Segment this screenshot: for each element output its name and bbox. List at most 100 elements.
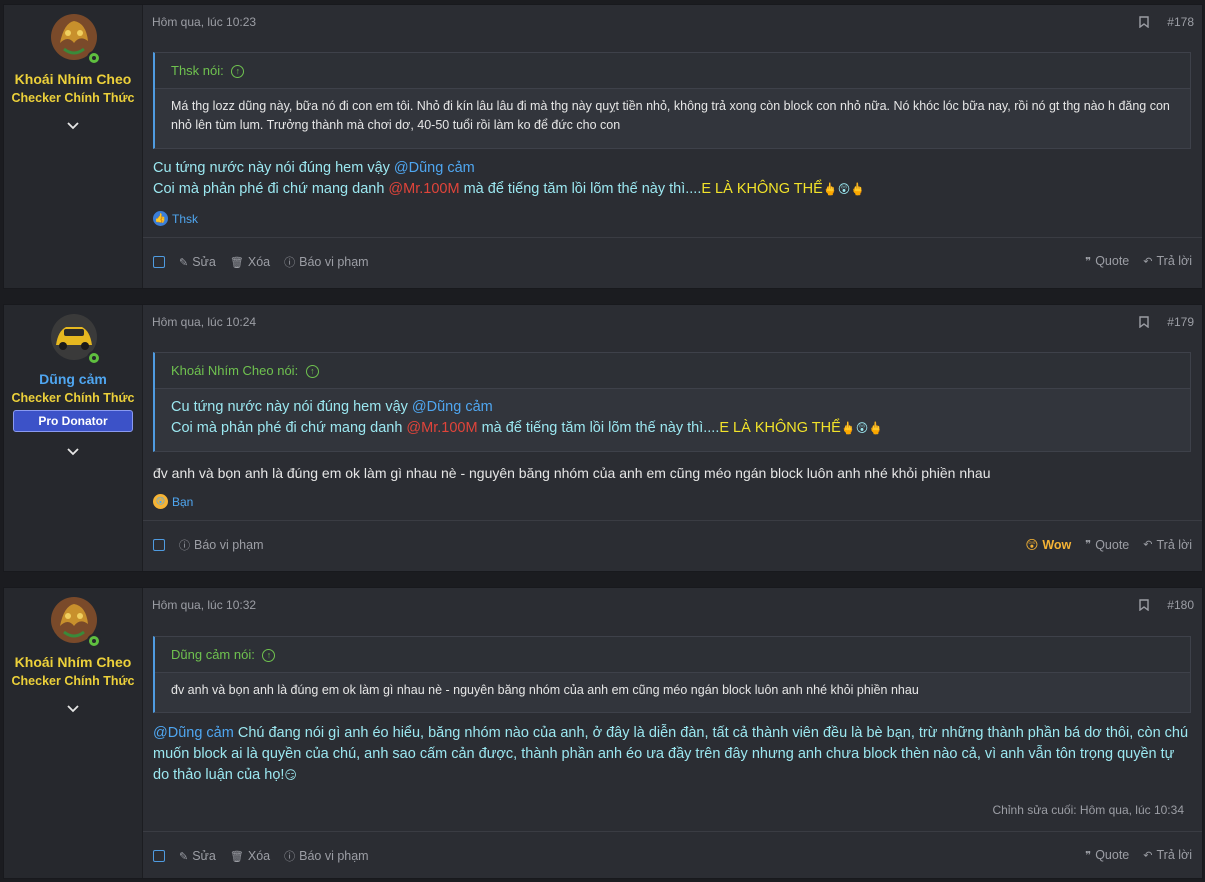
quote-block: Khoái Nhím Cheo nói: ↑ Cu tứng nước này …: [153, 352, 1191, 452]
chevron-down-icon[interactable]: [66, 119, 80, 133]
post-message: Cu tứng nước này nói đúng hem vậy @Dũng …: [153, 158, 1193, 200]
post-date[interactable]: Hôm qua, lúc 10:23: [152, 15, 256, 29]
user-title: Checker Chính Thức: [11, 391, 135, 405]
pencil-icon: ✎: [179, 850, 189, 863]
bookmark-icon[interactable]: [1139, 599, 1149, 611]
username[interactable]: Dũng cảm: [4, 371, 142, 387]
reply-button[interactable]: ↶ Trả lời: [1143, 538, 1192, 552]
mention-link[interactable]: @Dũng cảm: [153, 725, 234, 741]
wow-icon: 😲: [1025, 538, 1039, 552]
post-number[interactable]: #179: [1167, 315, 1194, 329]
bookmark-icon[interactable]: [1139, 16, 1149, 28]
quote-header[interactable]: Khoái Nhím Cheo nói: ↑: [155, 353, 1190, 389]
quote-button[interactable]: ❞ Quote: [1085, 848, 1129, 862]
reply-icon: ↶: [1143, 255, 1153, 268]
mention-link[interactable]: @Dũng cảm: [412, 399, 493, 415]
select-checkbox[interactable]: [153, 256, 165, 268]
quote-author[interactable]: Khoái Nhím Cheo nói:: [171, 363, 298, 378]
post-message: đv anh và bọn anh là đúng em ok làm gì n…: [153, 465, 991, 481]
post-180: Khoái Nhím Cheo Checker Chính Thức Hôm q…: [3, 587, 1203, 879]
reaction-user[interactable]: Bạn: [172, 495, 193, 509]
avatar[interactable]: [50, 313, 101, 365]
report-button[interactable]: ⓘ Báo vi phạm: [179, 537, 263, 553]
quote-block: Dũng cảm nói: ↑ đv anh và bọn anh là đún…: [153, 636, 1191, 713]
quote-header[interactable]: Thsk nói: ↑: [155, 53, 1190, 89]
like-icon: 👍: [153, 211, 168, 226]
wow-icon: 😲: [153, 494, 168, 509]
online-status-icon: [87, 351, 101, 365]
message-text: Cu tứng nước này nói đúng hem vậy: [153, 160, 394, 176]
highlight-text: E LÀ KHÔNG THỂ: [701, 181, 823, 197]
report-button[interactable]: ⓘ Báo vi phạm: [284, 254, 368, 270]
last-edited-note[interactable]: Chỉnh sửa cuối: Hôm qua, lúc 10:34: [993, 803, 1184, 817]
mention-link[interactable]: @Dũng cảm: [394, 160, 475, 176]
highlight-text: E LÀ KHÔNG THỂ: [719, 420, 841, 436]
post-meta: #180: [1139, 598, 1194, 612]
quote-block: Thsk nói: ↑ Má thg lozz dũng này, bữa nó…: [153, 52, 1191, 149]
emoji: 🖕😲🖕: [822, 182, 866, 196]
reaction-summary[interactable]: 😲 Bạn: [153, 494, 193, 509]
user-title: Checker Chính Thức: [11, 91, 135, 105]
trash-icon: 🗑: [229, 256, 244, 269]
select-checkbox[interactable]: [153, 850, 165, 862]
post-footer: ✎ Sửa 🗑 Xóa ⓘ Báo vi phạm ❞ Quote ↶ Trả lời: [143, 237, 1202, 288]
message-text: Coi mà phản phé đi chứ mang danh: [153, 181, 389, 197]
quote-author[interactable]: Dũng cảm nói:: [171, 647, 255, 662]
edit-button[interactable]: ✎ Sửa: [179, 255, 216, 269]
user-title: Checker Chính Thức: [11, 674, 135, 688]
emoji: 😏: [284, 768, 297, 782]
username[interactable]: Khoái Nhím Cheo: [4, 654, 142, 670]
post-date[interactable]: Hôm qua, lúc 10:24: [152, 315, 256, 329]
pencil-icon: ✎: [179, 256, 189, 269]
emoji: 🖕😲🖕: [840, 421, 884, 435]
reply-button[interactable]: ↶ Trả lời: [1143, 254, 1192, 268]
quote-text: Cu tứng nước này nói đúng hem vậy @Dũng …: [171, 399, 884, 436]
post-number[interactable]: #178: [1167, 15, 1194, 29]
quote-icon: ❞: [1085, 539, 1092, 551]
mention-link[interactable]: @Mr.100M: [388, 181, 459, 197]
arrow-up-icon[interactable]: ↑: [305, 365, 319, 379]
bookmark-icon[interactable]: [1139, 316, 1149, 328]
trash-icon: 🗑: [229, 850, 244, 863]
wow-reaction-button[interactable]: 😲 Wow: [1025, 537, 1071, 553]
avatar[interactable]: [50, 596, 101, 648]
message-text: Chú đang nói gì anh éo hiểu, băng nhóm n…: [153, 725, 1189, 783]
quote-author[interactable]: Thsk nói:: [171, 63, 224, 78]
post-number[interactable]: #180: [1167, 598, 1194, 612]
post-meta: #178: [1139, 15, 1194, 29]
quote-icon: ❞: [1085, 849, 1092, 862]
post-date[interactable]: Hôm qua, lúc 10:32: [152, 598, 256, 612]
post-meta: #179: [1139, 315, 1194, 329]
chevron-down-icon[interactable]: [66, 445, 80, 459]
post-footer: ✎ Sửa 🗑 Xóa ⓘ Báo vi phạm ❞ Quote ↶ Trả lời: [143, 831, 1202, 882]
arrow-up-icon[interactable]: ↑: [231, 65, 245, 79]
reaction-user[interactable]: Thsk: [172, 212, 198, 226]
donator-badge: Pro Donator: [13, 410, 133, 432]
quote-button[interactable]: ❞ Quote: [1085, 538, 1129, 552]
delete-button[interactable]: 🗑 Xóa: [230, 849, 270, 863]
edit-button[interactable]: ✎ Sửa: [179, 849, 216, 863]
user-column: Dũng cảm Checker Chính Thức Pro Donator: [4, 305, 143, 571]
post-footer: ⓘ Báo vi phạm 😲 Wow ❞ Quote ↶ Trả lời: [143, 520, 1202, 571]
reply-button[interactable]: ↶ Trả lời: [1143, 848, 1192, 862]
quote-header[interactable]: Dũng cảm nói: ↑: [155, 637, 1190, 673]
arrow-up-icon[interactable]: ↑: [262, 649, 276, 663]
quote-text: Má thg lozz dũng này, bữa nó đi con em t…: [171, 99, 1170, 132]
username[interactable]: Khoái Nhím Cheo: [4, 71, 142, 87]
quote-text: đv anh và bọn anh là đúng em ok làm gì n…: [171, 683, 919, 697]
chevron-down-icon[interactable]: [66, 702, 80, 716]
online-status-icon: [87, 634, 101, 648]
quote-button[interactable]: ❞ Quote: [1085, 254, 1129, 268]
select-checkbox[interactable]: [153, 539, 165, 551]
info-icon: ⓘ: [284, 851, 296, 863]
quote-icon: ❞: [1085, 255, 1092, 268]
report-button[interactable]: ⓘ Báo vi phạm: [284, 848, 368, 864]
post-message: @Dũng cảm Chú đang nói gì anh éo hiểu, b…: [153, 723, 1193, 786]
user-column: Khoái Nhím Cheo Checker Chính Thức: [4, 5, 143, 288]
user-column: Khoái Nhím Cheo Checker Chính Thức: [4, 588, 143, 878]
reaction-summary[interactable]: 👍 Thsk: [153, 211, 198, 226]
delete-button[interactable]: 🗑 Xóa: [230, 255, 270, 269]
info-icon: ⓘ: [284, 257, 296, 269]
mention-link[interactable]: @Mr.100M: [406, 420, 477, 436]
avatar[interactable]: [50, 13, 101, 65]
